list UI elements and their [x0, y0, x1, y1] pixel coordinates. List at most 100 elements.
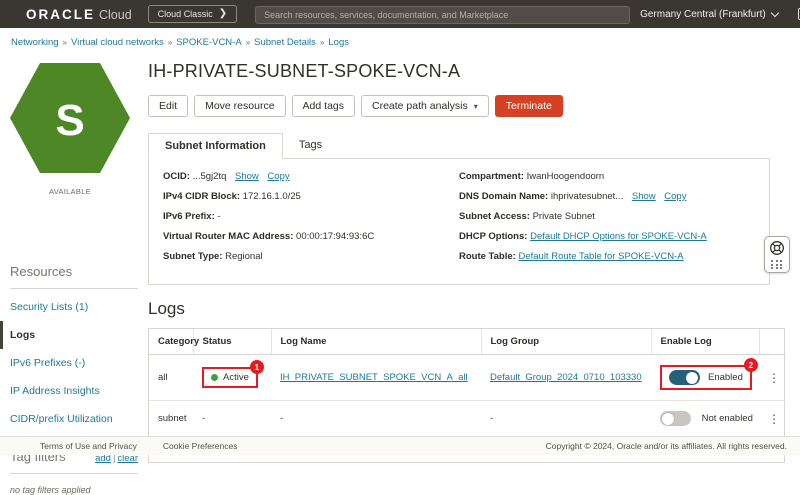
breadcrumb-separator: » [245, 38, 251, 47]
terminate-button[interactable]: Terminate [494, 95, 563, 117]
oci-console-page: ORACLE Cloud Cloud Classic ❯ Germany Cen… [0, 0, 800, 495]
top-navigation-bar: ORACLE Cloud Cloud Classic ❯ Germany Cen… [0, 0, 800, 28]
log-name-link[interactable]: IH_PRIVATE_SUBNET_SPOKE_VCN_A_all [280, 372, 468, 383]
resources-nav: Resources Security Lists (1) Logs IPv6 P… [0, 264, 148, 433]
cloud-classic-button[interactable]: Cloud Classic ❯ [147, 5, 238, 23]
tab-subnet-information[interactable]: Subnet Information [148, 133, 283, 159]
category-cell: all [149, 354, 193, 402]
route-table-field: Route Table: Default Route Table for SPO… [459, 250, 684, 262]
breadcrumb-vcn[interactable]: SPOKE-VCN-A [176, 37, 241, 48]
add-tags-button[interactable]: Add tags [291, 95, 355, 117]
column-log-group: Log Group [481, 329, 652, 356]
cloud-classic-label: Cloud Classic [157, 9, 213, 19]
column-log-name: Log Name [271, 329, 482, 356]
sidebar-item-cidr-utilization[interactable]: CIDR/prefix Utilization [0, 405, 148, 433]
region-selector[interactable]: Germany Central (Frankfurt) [640, 8, 779, 20]
breadcrumb-separator: » [62, 38, 67, 47]
status-label: AVAILABLE [48, 187, 92, 196]
edit-button[interactable]: Edit [148, 95, 189, 117]
enable-log-label: Not enabled [701, 413, 753, 425]
action-buttons: Edit Move resource Add tags Create path … [148, 95, 785, 117]
dhcp-options-field: DHCP Options: Default DHCP Options for S… [459, 230, 707, 242]
ocid-field: OCID: ...5gj2tq Show Copy [163, 171, 290, 182]
status-cell: Active 1 [193, 354, 271, 402]
sidebar-item-ip-address-insights[interactable]: IP Address Insights [0, 377, 148, 405]
brand-cloud: Cloud [99, 7, 132, 22]
row-actions-menu-icon[interactable]: ⋮ [759, 400, 786, 438]
log-group-cell: - [481, 400, 651, 438]
chevron-down-icon [770, 8, 779, 17]
drag-handle-icon[interactable] [771, 260, 783, 269]
status-active-icon [211, 374, 218, 382]
divider [10, 288, 138, 289]
subnet-type-field: Subnet Type: Regional [163, 250, 263, 262]
resources-title: Resources [10, 264, 73, 279]
enable-log-cell: Enabled 2 [651, 354, 759, 402]
brand-oracle: ORACLE [26, 6, 95, 22]
global-search [255, 5, 631, 24]
copyright-text: Copyright © 2024, Oracle and/or its affi… [545, 441, 787, 451]
breadcrumb-subnet-details[interactable]: Subnet Details [254, 37, 316, 48]
log-name-cell: IH_PRIVATE_SUBNET_SPOKE_VCN_A_all [271, 354, 481, 402]
terms-link[interactable]: Terms of Use and Privacy [40, 441, 137, 451]
oracle-cloud-logo[interactable]: ORACLE Cloud [26, 7, 132, 22]
enable-log-label: Enabled [708, 372, 743, 384]
subnet-access-field: Subnet Access: Private Subnet [459, 210, 595, 222]
main-content: IH-PRIVATE-SUBNET-SPOKE-VCN-A Edit Move … [148, 48, 800, 464]
breadcrumb-logs[interactable]: Logs [328, 37, 349, 48]
ocid-copy-link[interactable]: Copy [267, 171, 289, 182]
table-row-all: all Active 1 IH_PRIVATE_SUBNET_SPOKE_VCN… [149, 354, 786, 402]
cookie-preferences-link[interactable]: Cookie Preferences [163, 441, 238, 451]
dns-copy-link[interactable]: Copy [664, 191, 686, 202]
log-name-cell: - [271, 400, 481, 438]
lifebuoy-help-icon[interactable] [769, 240, 785, 256]
column-category: Category [149, 329, 199, 356]
column-enable-log: Enable Log [651, 329, 760, 356]
category-cell: subnet [149, 400, 193, 438]
page-footer: Terms of Use and Privacy Cookie Preferen… [0, 436, 800, 455]
tab-tags[interactable]: Tags [283, 133, 338, 159]
region-label: Germany Central (Frankfurt) [640, 8, 766, 20]
logs-table: Category Status Log Name Log Group Enabl… [149, 329, 786, 438]
table-header-row: Category Status Log Name Log Group Enabl… [149, 329, 786, 356]
row-actions-menu-icon[interactable]: ⋮ [759, 354, 786, 402]
breadcrumb-separator: » [167, 38, 173, 47]
move-resource-button[interactable]: Move resource [194, 95, 286, 117]
log-group-cell: Default_Group_2024_0710_103330 [481, 354, 651, 402]
search-input[interactable] [255, 5, 631, 24]
support-widget [764, 236, 790, 273]
annotation-number-2: 2 [743, 358, 758, 373]
tag-filters-section: Tag filters add | clear no tag filters app… [0, 449, 148, 495]
tag-filters-empty-text: no tag filters applied [10, 485, 91, 495]
create-path-analysis-button[interactable]: Create path analysis ▾ [361, 95, 489, 117]
log-group-link[interactable]: Default_Group_2024_0710_103330 [490, 372, 642, 383]
left-rail: S AVAILABLE Resources Security Lists (1)… [0, 48, 148, 495]
column-actions [759, 329, 786, 356]
status-cell: - [193, 400, 271, 438]
sidebar-item-security-lists[interactable]: Security Lists (1) [0, 293, 148, 321]
annotation-number-1: 1 [249, 360, 264, 375]
svg-text:S: S [55, 96, 84, 145]
detail-tabs: Subnet Information Tags [148, 133, 785, 159]
virtual-router-mac-field: Virtual Router MAC Address: 00:00:17:94:… [163, 230, 375, 242]
status-text: Active [223, 372, 249, 384]
breadcrumb-networking[interactable]: Networking [11, 37, 59, 48]
ipv4-cidr-field: IPv4 CIDR Block: 172.16.1.0/25 [163, 190, 301, 202]
breadcrumb-vcns[interactable]: Virtual cloud networks [71, 37, 164, 48]
dns-show-link[interactable]: Show [632, 191, 656, 202]
enable-log-toggle-off[interactable] [660, 411, 691, 427]
enable-log-toggle-on[interactable] [669, 370, 700, 386]
breadcrumb: Networking » Virtual cloud networks » SP… [0, 28, 800, 48]
annotation-box-2: Enabled 2 [660, 358, 758, 391]
sidebar-item-logs[interactable]: Logs [0, 321, 148, 349]
ocid-show-link[interactable]: Show [235, 171, 259, 182]
logs-section-title: Logs [148, 299, 185, 319]
dhcp-options-link[interactable]: Default DHCP Options for SPOKE-VCN-A [530, 231, 707, 242]
caret-down-icon: ▾ [473, 101, 478, 111]
annotation-box-1: Active 1 [202, 360, 264, 389]
chevron-right-icon: ❯ [218, 8, 228, 19]
sidebar-item-ipv6-prefixes[interactable]: IPv6 Prefixes (-) [0, 349, 148, 377]
route-table-link[interactable]: Default Route Table for SPOKE-VCN-A [518, 251, 683, 262]
page-title: IH-PRIVATE-SUBNET-SPOKE-VCN-A [148, 61, 461, 81]
dns-domain-field: DNS Domain Name: ihprivatesubnet... Show… [459, 190, 687, 202]
